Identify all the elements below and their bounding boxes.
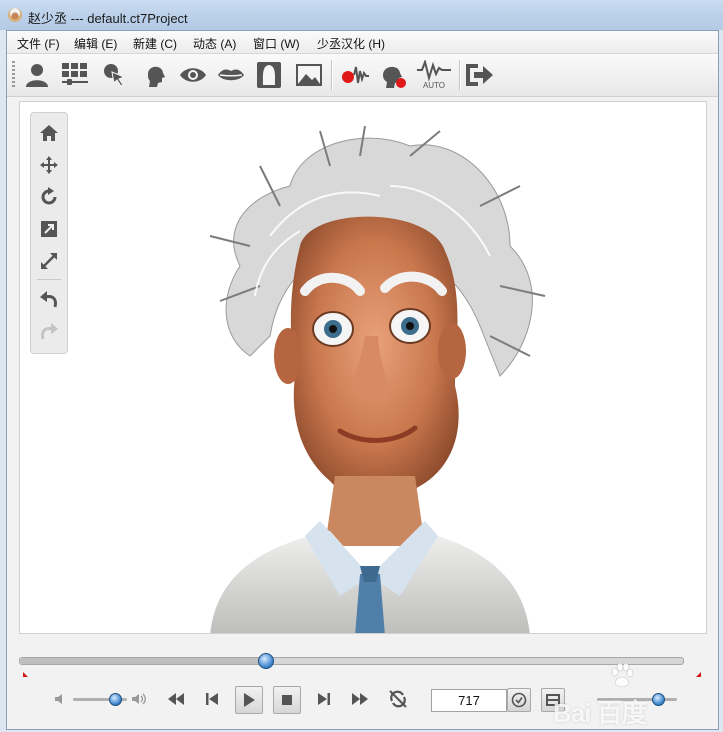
actor-icon [26, 64, 48, 87]
main-toolbar: AUTO [7, 54, 718, 97]
timeline-slider[interactable] [19, 653, 684, 669]
record-face-icon [383, 66, 406, 88]
toolbar-separator [331, 60, 333, 90]
view-tools-panel [30, 112, 68, 354]
menu-bar: 文件 (F) 编辑 (E) 新建 (C) 动态 (A) 窗口 (W) 少丞汉化 … [7, 31, 718, 54]
stop-button[interactable] [273, 686, 301, 714]
play-button[interactable] [235, 686, 263, 714]
zoom-view-button[interactable] [37, 249, 61, 273]
loop-off-icon [389, 690, 407, 708]
home-view-button[interactable] [37, 121, 61, 145]
play-icon [244, 693, 255, 707]
menu-animation[interactable]: 动态 (A) [193, 35, 236, 52]
eye-icon [180, 68, 206, 82]
zoom-icon [41, 253, 57, 269]
fast-forward-icon [352, 693, 368, 705]
fast-forward-button[interactable] [347, 686, 373, 712]
actor-button[interactable] [21, 59, 53, 91]
export-button[interactable] [463, 59, 495, 91]
head-icon [148, 66, 165, 87]
record-face-button[interactable] [377, 59, 409, 91]
menu-new[interactable]: 新建 (C) [133, 35, 177, 52]
timeline-end-marker[interactable] [696, 672, 701, 677]
baidu-paw-icon [611, 663, 634, 688]
face-mask-icon [257, 62, 281, 88]
volume-knob[interactable] [108, 693, 122, 706]
rotate-view-button[interactable] [37, 185, 61, 209]
toolbar-separator [459, 60, 461, 90]
mute-button[interactable] [51, 686, 71, 712]
menu-window[interactable]: 窗口 (W) [253, 35, 300, 52]
lips-button[interactable] [215, 59, 247, 91]
menu-edit[interactable]: 编辑 (E) [74, 35, 117, 52]
clock-check-icon [511, 692, 527, 708]
export-icon [466, 64, 493, 86]
previous-frame-button[interactable] [199, 686, 225, 712]
fit-icon [41, 221, 57, 237]
record-audio-button[interactable] [339, 59, 371, 91]
loop-toggle-button[interactable] [385, 686, 411, 712]
auto-motion-icon: AUTO [417, 60, 451, 90]
image-button[interactable] [293, 59, 325, 91]
baidu-watermark: Bai 百度 [553, 698, 648, 728]
side-tools-separator [37, 279, 61, 280]
timeline-progress [20, 658, 266, 664]
frame-number-input[interactable]: 717 [431, 689, 507, 712]
title-bar: 赵少丞 --- default.ct7Project [0, 0, 723, 30]
volume-max-button[interactable] [129, 686, 149, 712]
volume-high-icon [132, 693, 146, 705]
stage-viewport[interactable] [19, 101, 707, 634]
auto-motion-button[interactable]: AUTO [415, 59, 453, 91]
undo-icon [40, 291, 57, 308]
face-mask-button[interactable] [253, 59, 285, 91]
toolbar-grip[interactable] [12, 61, 15, 89]
character-portrait [209, 126, 546, 633]
rewind-icon [168, 693, 184, 705]
eye-button[interactable] [177, 59, 209, 91]
record-audio-icon [342, 66, 369, 84]
image-icon [296, 64, 322, 86]
playback-controls: 717 Bai 百度 [7, 663, 718, 728]
composer-icon [104, 64, 126, 87]
window-title: 赵少丞 --- default.ct7Project [28, 11, 188, 26]
timeline-playhead[interactable] [258, 653, 275, 669]
redo-icon [41, 323, 58, 340]
app-logo-icon [8, 8, 22, 22]
skip-back-icon [206, 693, 218, 705]
next-frame-button[interactable] [311, 686, 337, 712]
speed-knob[interactable] [652, 693, 665, 706]
content-manager-button[interactable] [59, 59, 91, 91]
content-manager-icon [62, 63, 88, 85]
app-window: 文件 (F) 编辑 (E) 新建 (C) 动态 (A) 窗口 (W) 少丞汉化 … [6, 30, 719, 730]
redo-button[interactable] [37, 319, 61, 343]
timeline-start-marker[interactable] [23, 672, 28, 677]
stop-icon [282, 695, 292, 705]
home-icon [40, 125, 58, 141]
auto-label: AUTO [423, 81, 445, 90]
head-button[interactable] [139, 59, 171, 91]
rewind-button[interactable] [163, 686, 189, 712]
menu-localization[interactable]: 少丞汉化 (H) [317, 35, 385, 52]
frame-clock-button[interactable] [507, 688, 531, 712]
composer-button[interactable] [99, 59, 131, 91]
move-view-button[interactable] [37, 153, 61, 177]
volume-slider[interactable] [73, 693, 127, 706]
lips-icon [218, 69, 244, 81]
skip-forward-icon [318, 693, 330, 705]
menu-file[interactable]: 文件 (F) [17, 35, 60, 52]
move-icon [40, 156, 58, 174]
rotate-icon [41, 187, 57, 205]
undo-button[interactable] [37, 287, 61, 311]
volume-low-icon [55, 694, 62, 704]
fit-view-button[interactable] [37, 217, 61, 241]
